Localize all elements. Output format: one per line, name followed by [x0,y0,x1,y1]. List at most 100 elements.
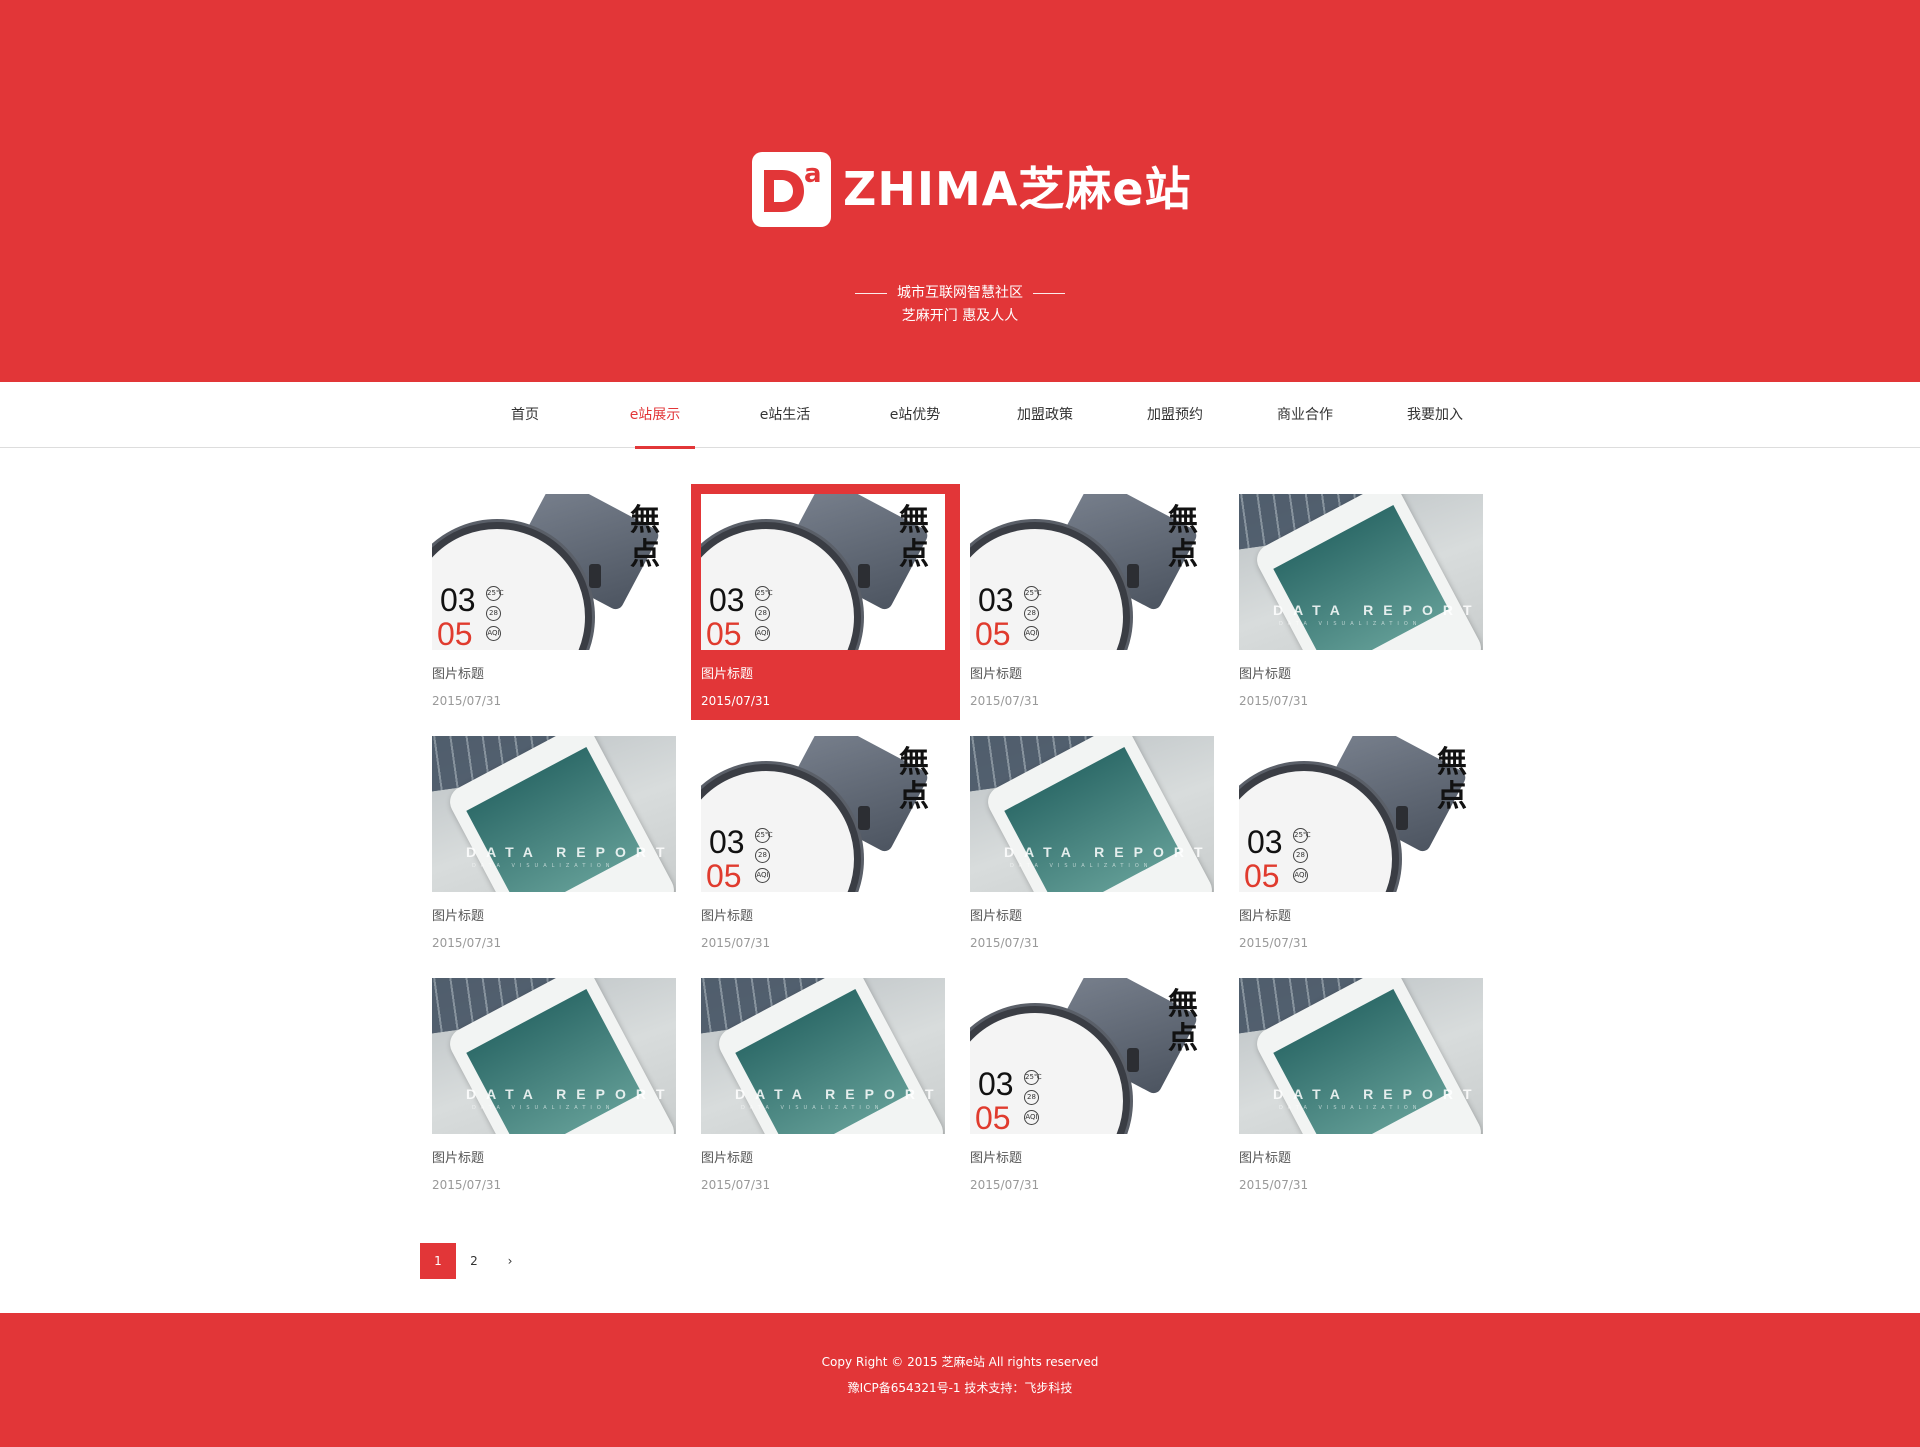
card-title[interactable]: 图片标题 [432,908,681,926]
watch-dot: 28 [1024,1090,1039,1105]
watch-brand-char-2: 点 [1168,537,1198,572]
phone-image[interactable]: DATA REPORT DATA VISUALIZATION [1239,978,1483,1134]
nav-item-3[interactable]: e站优势 [850,382,980,448]
watch-brand-text: 無点 [1165,988,1201,1056]
watch-brand-char-2: 点 [899,537,929,572]
slogan-dash-left [855,292,887,294]
watch-dot: AQI [1024,626,1039,641]
phone-image[interactable]: DATA REPORT DATA VISUALIZATION [432,736,676,892]
watch-image[interactable]: 03 05 25℃ 28 AQI 無点 [970,494,1214,650]
gallery-card[interactable]: 03 05 25℃ 28 AQI 無点图片标题 2015/07/31 [691,726,960,962]
watch-number-bottom: 05 [1244,858,1280,892]
site-footer: Copy Right © 2015 芝麻e站 All rights reserv… [0,1313,1920,1447]
gallery-card[interactable]: 03 05 25℃ 28 AQI 無点图片标题 2015/07/31 [1229,726,1498,962]
watch-image[interactable]: 03 05 25℃ 28 AQI 無点 [432,494,676,650]
page-button-2[interactable]: 2 [456,1243,492,1279]
phone-image[interactable]: DATA REPORT DATA VISUALIZATION [1239,494,1483,650]
watch-number-top: 03 [1247,824,1283,860]
nav-items: 首页 e站展示 e站生活 e站优势 加盟政策 加盟预约 商业合作 我要加入 [460,382,1500,449]
watch-brand-char-2: 点 [899,779,929,814]
watch-image[interactable]: 03 05 25℃ 28 AQI 無点 [701,494,945,650]
card-title[interactable]: 图片标题 [970,1150,1219,1168]
card-title[interactable]: 图片标题 [1239,908,1488,926]
card-date: 2015/07/31 [432,694,502,708]
watch-dot: 28 [486,606,501,621]
watch-dot: 25℃ [486,586,504,601]
watch-number-top: 03 [978,1066,1014,1102]
watch-dot: 28 [1293,848,1308,863]
phone-image[interactable]: DATA REPORT DATA VISUALIZATION [701,978,945,1134]
logo-text: ZHIMA芝麻e站 [843,162,1192,216]
gallery-card[interactable]: DATA REPORT DATA VISUALIZATION 图片标题 2015/07… [1229,484,1498,720]
card-title[interactable]: 图片标题 [1239,1150,1488,1168]
watch-image[interactable]: 03 05 25℃ 28 AQI 無点 [970,978,1214,1134]
watch-brand-char-1: 無 [899,745,929,780]
card-title[interactable]: 图片标题 [701,1150,950,1168]
watch-brand-char-1: 無 [1168,987,1198,1022]
watch-complications: 25℃ 28 AQI [1024,1070,1042,1130]
gallery-card[interactable]: 03 05 25℃ 28 AQI 無点图片标题 2015/07/31 [960,968,1229,1204]
phone-image[interactable]: DATA REPORT DATA VISUALIZATION [970,736,1214,892]
phone-screen [735,988,911,1134]
watch-brand-text: 無点 [1165,504,1201,572]
card-title[interactable]: 图片标题 [701,666,950,684]
footer-icp: 豫ICP备654321号-1 技术支持：飞步科技 [847,1381,1073,1395]
watch-number-top: 03 [709,824,745,860]
gallery-card[interactable]: DATA REPORT DATA VISUALIZATION 图片标题 2015/07… [422,726,691,962]
page-button-1[interactable]: 1 [420,1243,456,1279]
logo-mark-icon: a [752,152,831,227]
card-title[interactable]: 图片标题 [432,666,681,684]
watch-number-top: 03 [440,582,476,618]
watch-brand-text: 無点 [896,746,932,814]
watch-image[interactable]: 03 05 25℃ 28 AQI 無点 [701,736,945,892]
watch-complications: 25℃ 28 AQI [755,828,773,888]
main-nav: 首页 e站展示 e站生活 e站优势 加盟政策 加盟预约 商业合作 我要加入 [0,382,1920,449]
watch-crown [1127,1048,1139,1072]
card-date: 2015/07/31 [701,936,771,950]
phone-overlay-text: DATA REPORT [466,844,675,860]
gallery-card[interactable]: DATA REPORT DATA VISUALIZATION 图片标题 2015/07… [422,968,691,1204]
watch-number-bottom: 05 [706,858,742,892]
phone-image[interactable]: DATA REPORT DATA VISUALIZATION [432,978,676,1134]
nav-item-5[interactable]: 加盟预约 [1110,382,1240,448]
nav-item-2[interactable]: e站生活 [720,382,850,448]
gallery-card[interactable]: 03 05 25℃ 28 AQI 無点图片标题 2015/07/31 [422,484,691,720]
watch-dot: AQI [1293,868,1308,883]
nav-item-4[interactable]: 加盟政策 [980,382,1110,448]
card-title[interactable]: 图片标题 [1239,666,1488,684]
card-title[interactable]: 图片标题 [970,908,1219,926]
nav-item-1[interactable]: e站展示 [590,382,720,449]
watch-number-top: 03 [709,582,745,618]
watch-complications: 25℃ 28 AQI [1024,586,1042,646]
card-date: 2015/07/31 [970,936,1040,950]
watch-image[interactable]: 03 05 25℃ 28 AQI 無点 [1239,736,1483,892]
phone-screen [1273,504,1449,650]
gallery-card[interactable]: DATA REPORT DATA VISUALIZATION 图片标题 2015/07… [691,968,960,1204]
card-title[interactable]: 图片标题 [970,666,1219,684]
watch-crown [858,564,870,588]
watch-crown [1396,806,1408,830]
watch-dot: 28 [755,848,770,863]
gallery-card[interactable]: 03 05 25℃ 28 AQI 無点图片标题 2015/07/31 [960,484,1229,720]
phone-overlay-text: DATA REPORT [1273,602,1482,618]
site-logo[interactable]: a ZHIMA芝麻e站 [752,152,1192,227]
nav-item-7[interactable]: 我要加入 [1370,382,1500,448]
phone-overlay-text: DATA REPORT [466,1086,675,1102]
watch-dot: 28 [755,606,770,621]
chevron-right-icon[interactable]: › [492,1243,528,1279]
gallery-card[interactable]: 03 05 25℃ 28 AQI 無点图片标题 2015/07/31 [691,484,960,720]
phone-screen [1004,746,1180,892]
nav-item-6[interactable]: 商业合作 [1240,382,1370,448]
watch-dot: AQI [755,868,770,883]
phone-overlay-text: DATA REPORT [735,1086,944,1102]
card-title[interactable]: 图片标题 [432,1150,681,1168]
card-title[interactable]: 图片标题 [701,908,950,926]
gallery-card[interactable]: DATA REPORT DATA VISUALIZATION 图片标题 2015/07… [1229,968,1498,1204]
watch-dot: 25℃ [1293,828,1311,843]
gallery-card[interactable]: DATA REPORT DATA VISUALIZATION 图片标题 2015/07… [960,726,1229,962]
phone-overlay-subtext: DATA VISUALIZATION [1010,863,1153,869]
nav-item-0[interactable]: 首页 [460,382,590,448]
slogan-text-1: 城市互联网智慧社区 [897,285,1023,301]
watch-dot: 25℃ [755,828,773,843]
watch-brand-char-2: 点 [630,537,660,572]
